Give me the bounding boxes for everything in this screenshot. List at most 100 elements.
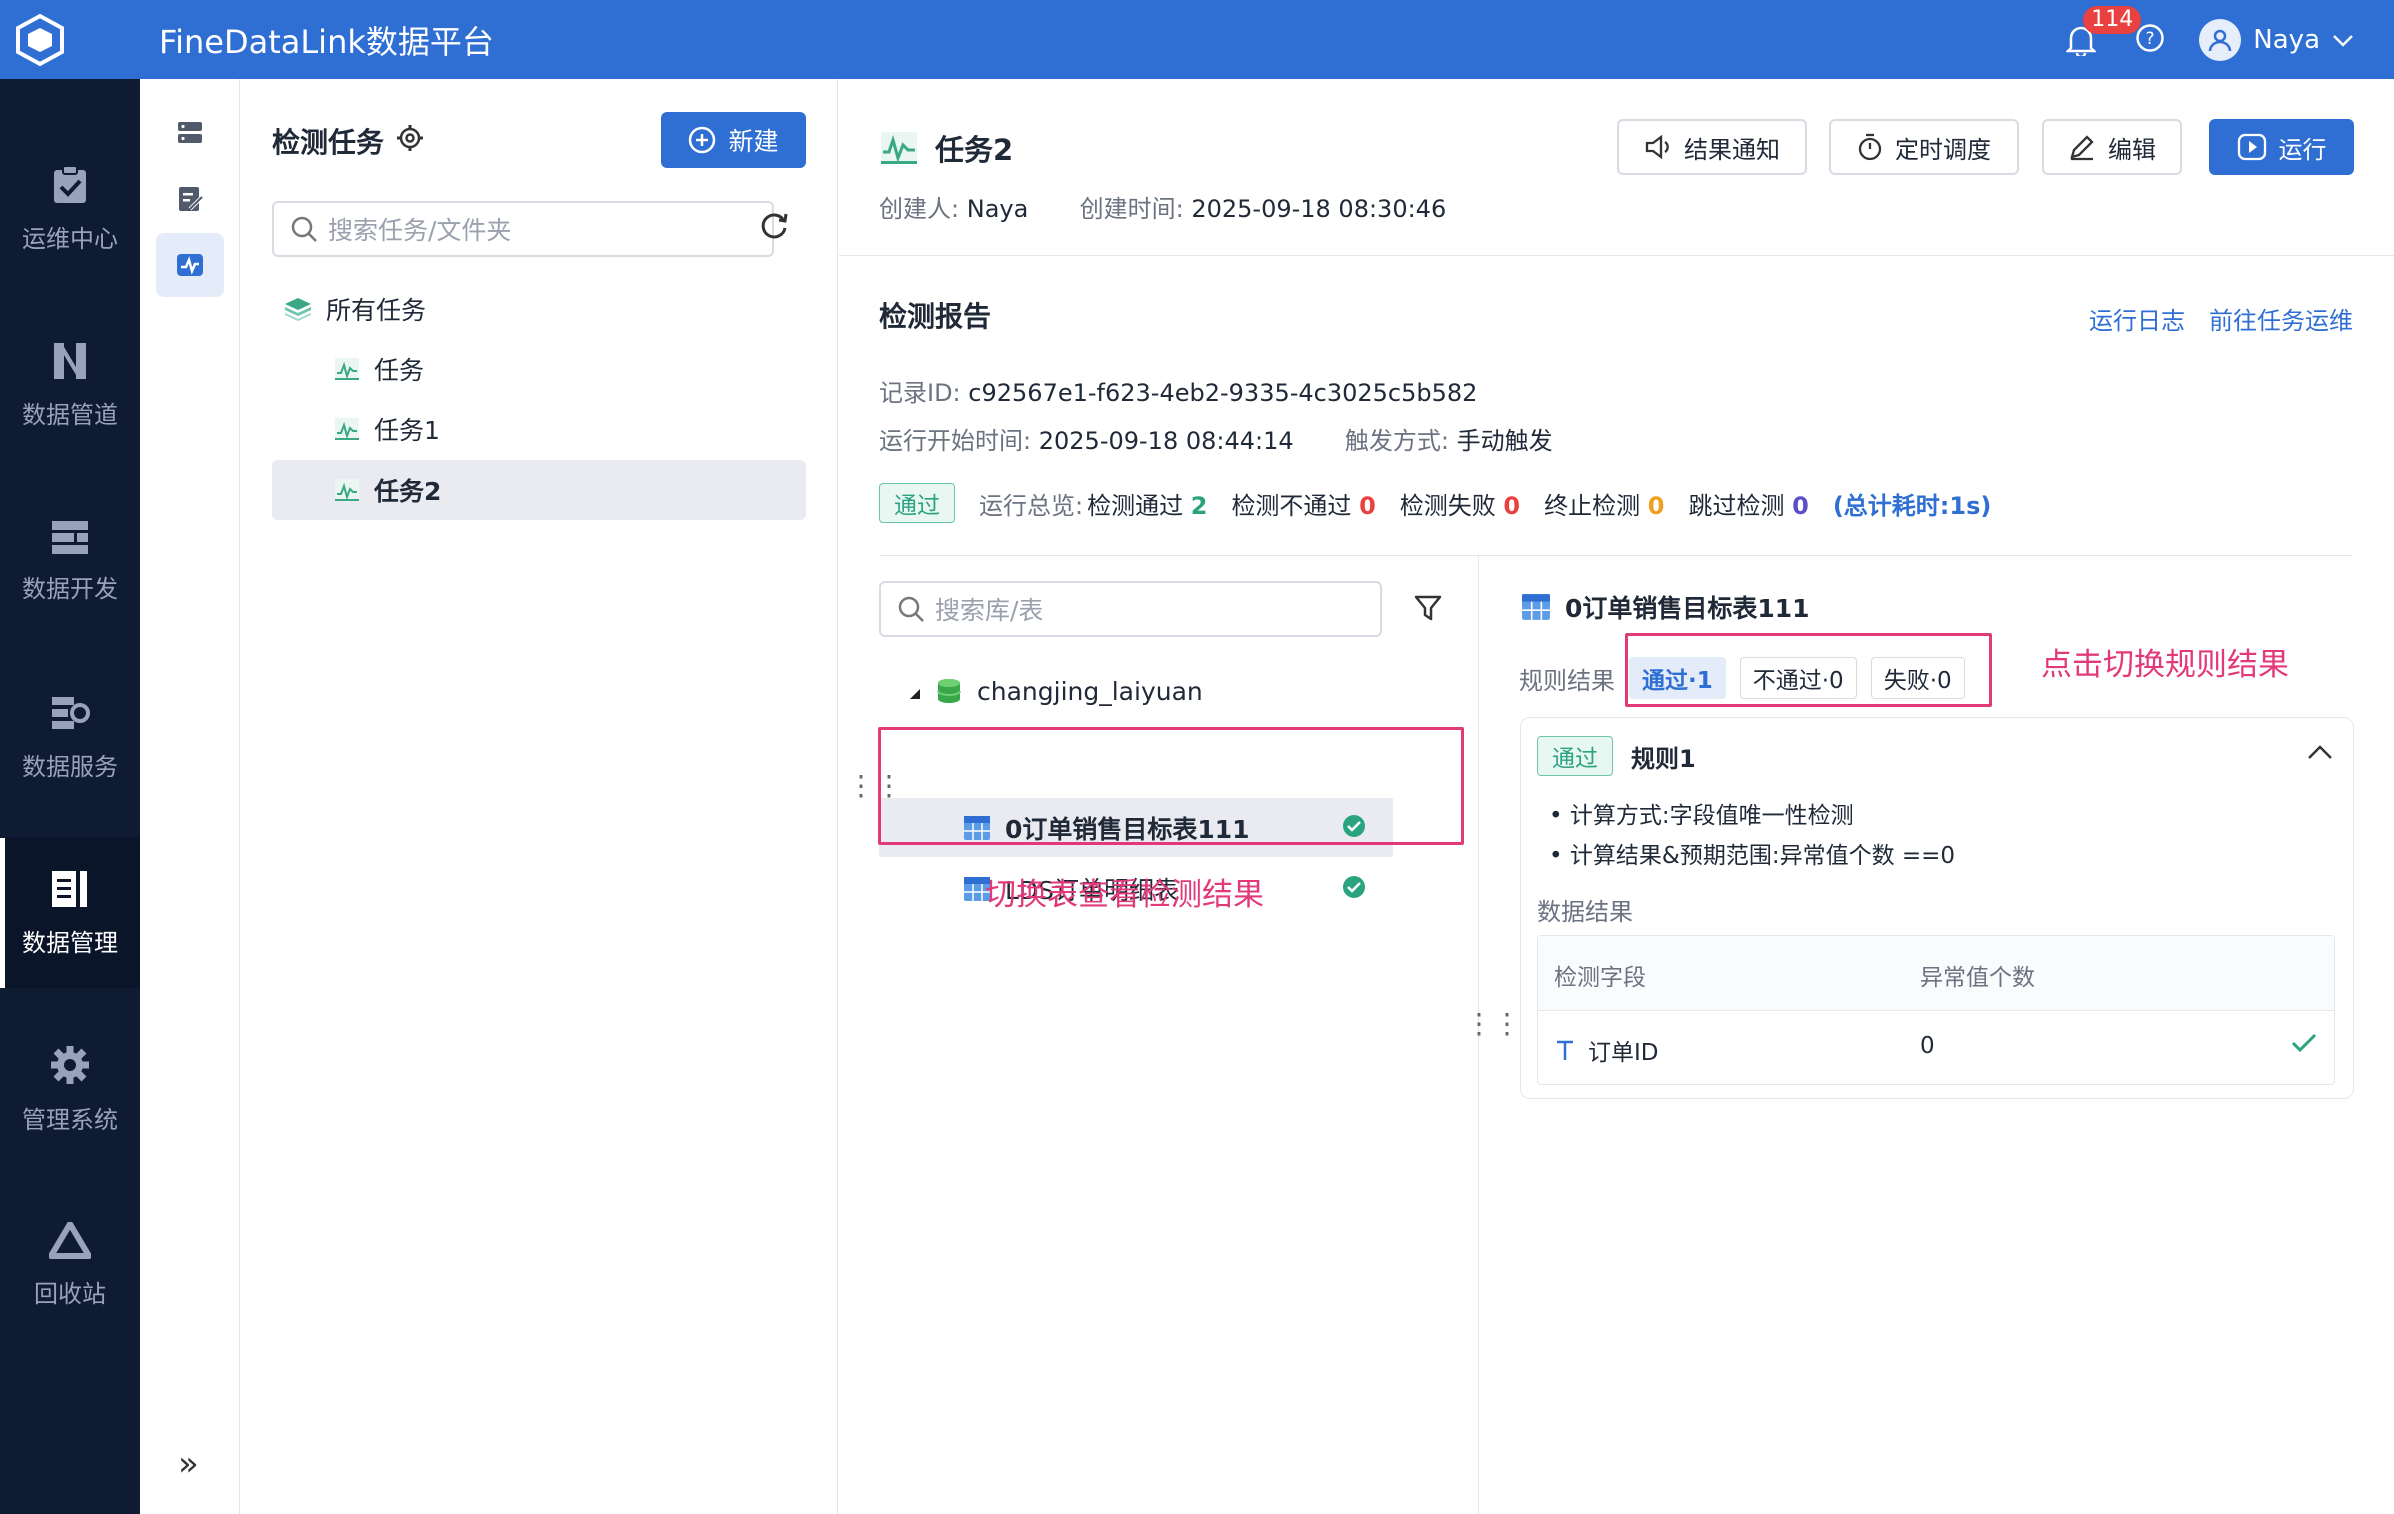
- tree-item-task1[interactable]: 任务1: [334, 409, 440, 449]
- rule-status-badge: 通过: [1537, 736, 1613, 776]
- resize-handle-icon[interactable]: ⋮⋮: [1465, 1010, 1521, 1038]
- quality-check-icon[interactable]: [156, 233, 224, 297]
- speaker-icon: [1645, 134, 1669, 160]
- edit-document-icon[interactable]: [156, 167, 224, 231]
- table-search-input[interactable]: 搜索库/表: [879, 581, 1382, 637]
- help-icon[interactable]: ?: [2135, 23, 2165, 57]
- pipeline-icon: [54, 342, 86, 379]
- tree-item-task[interactable]: 任务: [334, 349, 424, 389]
- chevron-down-icon: [2332, 25, 2354, 55]
- button-label: 定时调度: [1895, 135, 1991, 164]
- collapse-icon[interactable]: »: [178, 1444, 199, 1484]
- caret-down-icon[interactable]: [907, 677, 921, 706]
- nav-label: 运维中心: [22, 224, 118, 253]
- search-icon: [291, 216, 317, 242]
- main-content: 任务2 创建人: Naya 创建时间: 2025-09-18 08:30:46 …: [839, 79, 2394, 1514]
- user-menu[interactable]: Naya: [2199, 18, 2354, 61]
- fail-count: 0: [1359, 491, 1376, 520]
- nav-item-data-service[interactable]: 数据服务: [0, 662, 140, 812]
- schedule-button[interactable]: 定时调度: [1829, 119, 2019, 175]
- stopwatch-icon: [1858, 133, 1882, 161]
- secondary-icon-strip: »: [140, 79, 240, 1514]
- refresh-icon[interactable]: [758, 209, 790, 245]
- column-header: 异常值个数: [1920, 965, 2035, 991]
- calc-method: 计算方式:字段值唯一性检测: [1569, 803, 1854, 829]
- fail-label: 检测不通过: [1231, 491, 1352, 520]
- task-search-input[interactable]: 搜索任务/文件夹: [272, 201, 774, 257]
- svg-text:?: ?: [2146, 29, 2155, 49]
- header-divider: [839, 255, 2394, 256]
- left-nav: 运维中心 数据管道 数据开发 数据服务 数据管理 管理系统 回收站: [0, 79, 140, 1514]
- summary-label: 运行总览:: [979, 491, 1084, 520]
- nav-label: 数据管理: [22, 928, 118, 957]
- button-label: 运行: [2278, 135, 2327, 164]
- result-notify-button[interactable]: 结果通知: [1617, 119, 1807, 175]
- task-panel: 检测任务 新建 搜索任务/文件夹 所有任务 任务 任务1 任务2: [240, 79, 838, 1514]
- notification-bell-icon[interactable]: 114: [2061, 5, 2142, 60]
- stop-label: 终止检测: [1544, 491, 1641, 520]
- play-icon: [2237, 133, 2266, 161]
- goto-ops-link[interactable]: 前往任务运维: [2209, 301, 2353, 336]
- tree-item-label: 任务1: [374, 416, 440, 445]
- plus-circle-icon: [689, 126, 716, 154]
- rule-header[interactable]: 通过 规则1: [1537, 736, 1696, 776]
- tree-item-database[interactable]: changjing_laiyuan: [907, 671, 1203, 711]
- filter-icon[interactable]: [1413, 593, 1443, 627]
- data-result-label: 数据结果: [1537, 898, 1633, 926]
- tree-item-label: 任务: [374, 356, 425, 385]
- nav-label: 回收站: [34, 1279, 106, 1308]
- recycle-icon: [49, 1221, 91, 1259]
- field-name: 订单ID: [1588, 1040, 1659, 1066]
- tree-item-all-tasks[interactable]: 所有任务: [284, 289, 426, 329]
- skip-count: 0: [1792, 491, 1809, 520]
- annotation-switch-rule: 点击切换规则结果: [2041, 647, 2289, 683]
- skip-label: 跳过检测: [1688, 491, 1785, 520]
- edit-button[interactable]: 编辑: [2042, 119, 2182, 175]
- pass-count: 2: [1190, 491, 1208, 520]
- new-task-button[interactable]: 新建: [661, 112, 806, 168]
- run-time-row: 运行开始时间: 2025-09-18 08:44:14 触发方式: 手动触发: [879, 421, 1553, 456]
- nav-item-data-management[interactable]: 数据管理: [0, 838, 140, 988]
- run-button[interactable]: 运行: [2209, 119, 2354, 175]
- start-time-label: 运行开始时间:: [879, 427, 1032, 455]
- tree-item-task2-selected[interactable]: 任务2: [272, 460, 806, 520]
- record-id-label: 记录ID:: [879, 379, 961, 407]
- database-name: changjing_laiyuan: [977, 676, 1203, 706]
- service-icon: [52, 696, 90, 729]
- chevron-up-icon[interactable]: [2307, 744, 2333, 764]
- tree-item-label: 任务2: [374, 477, 442, 506]
- run-log-link[interactable]: 运行日志: [2089, 301, 2185, 336]
- trigger-value: 手动触发: [1456, 427, 1553, 455]
- detail-table-title: 0订单销售目标表111: [1521, 587, 1810, 627]
- creator-value: Naya: [966, 195, 1029, 223]
- top-bar: FineDataLink数据平台 114 ? Naya: [0, 0, 2394, 79]
- app-logo-icon[interactable]: [0, 0, 79, 79]
- button-label: 编辑: [2108, 135, 2156, 164]
- nav-item-recycle-bin[interactable]: 回收站: [0, 1190, 140, 1340]
- task-chart-icon: [335, 358, 359, 380]
- check-circle-icon: [1341, 874, 1367, 906]
- annotation-highlight-tables: [878, 727, 1464, 845]
- notification-badge: 114: [2083, 5, 2142, 34]
- record-id-value: c92567e1-f623-4eb2-9335-4c3025c5b582: [968, 379, 1478, 407]
- report-title: 检测报告: [879, 300, 992, 333]
- nav-item-management-system[interactable]: 管理系统: [0, 1014, 140, 1164]
- total-time: (总计耗时:1s): [1832, 491, 1992, 520]
- develop-icon: [52, 520, 88, 554]
- anomaly-count: 0: [1920, 1033, 1935, 1059]
- nav-item-ops-center[interactable]: 运维中心: [0, 134, 140, 284]
- task-chart-icon: [881, 132, 917, 164]
- database-cylinder-icon: [937, 679, 961, 703]
- database-icon[interactable]: [156, 101, 224, 165]
- nav-label: 数据服务: [22, 752, 118, 781]
- settings-gear-icon[interactable]: [396, 124, 424, 159]
- task-search-placeholder: 搜索任务/文件夹: [328, 216, 512, 245]
- nav-label: 数据开发: [22, 574, 118, 603]
- nav-item-data-develop[interactable]: 数据开发: [0, 486, 140, 636]
- task-chart-icon: [335, 479, 359, 501]
- rule-name: 规则1: [1631, 744, 1696, 773]
- table-search-placeholder: 搜索库/表: [935, 596, 1044, 625]
- pass-label: 检测通过: [1087, 491, 1184, 520]
- record-id-row: 记录ID: c92567e1-f623-4eb2-9335-4c3025c5b5…: [879, 373, 1477, 408]
- nav-item-data-pipeline[interactable]: 数据管道: [0, 310, 140, 460]
